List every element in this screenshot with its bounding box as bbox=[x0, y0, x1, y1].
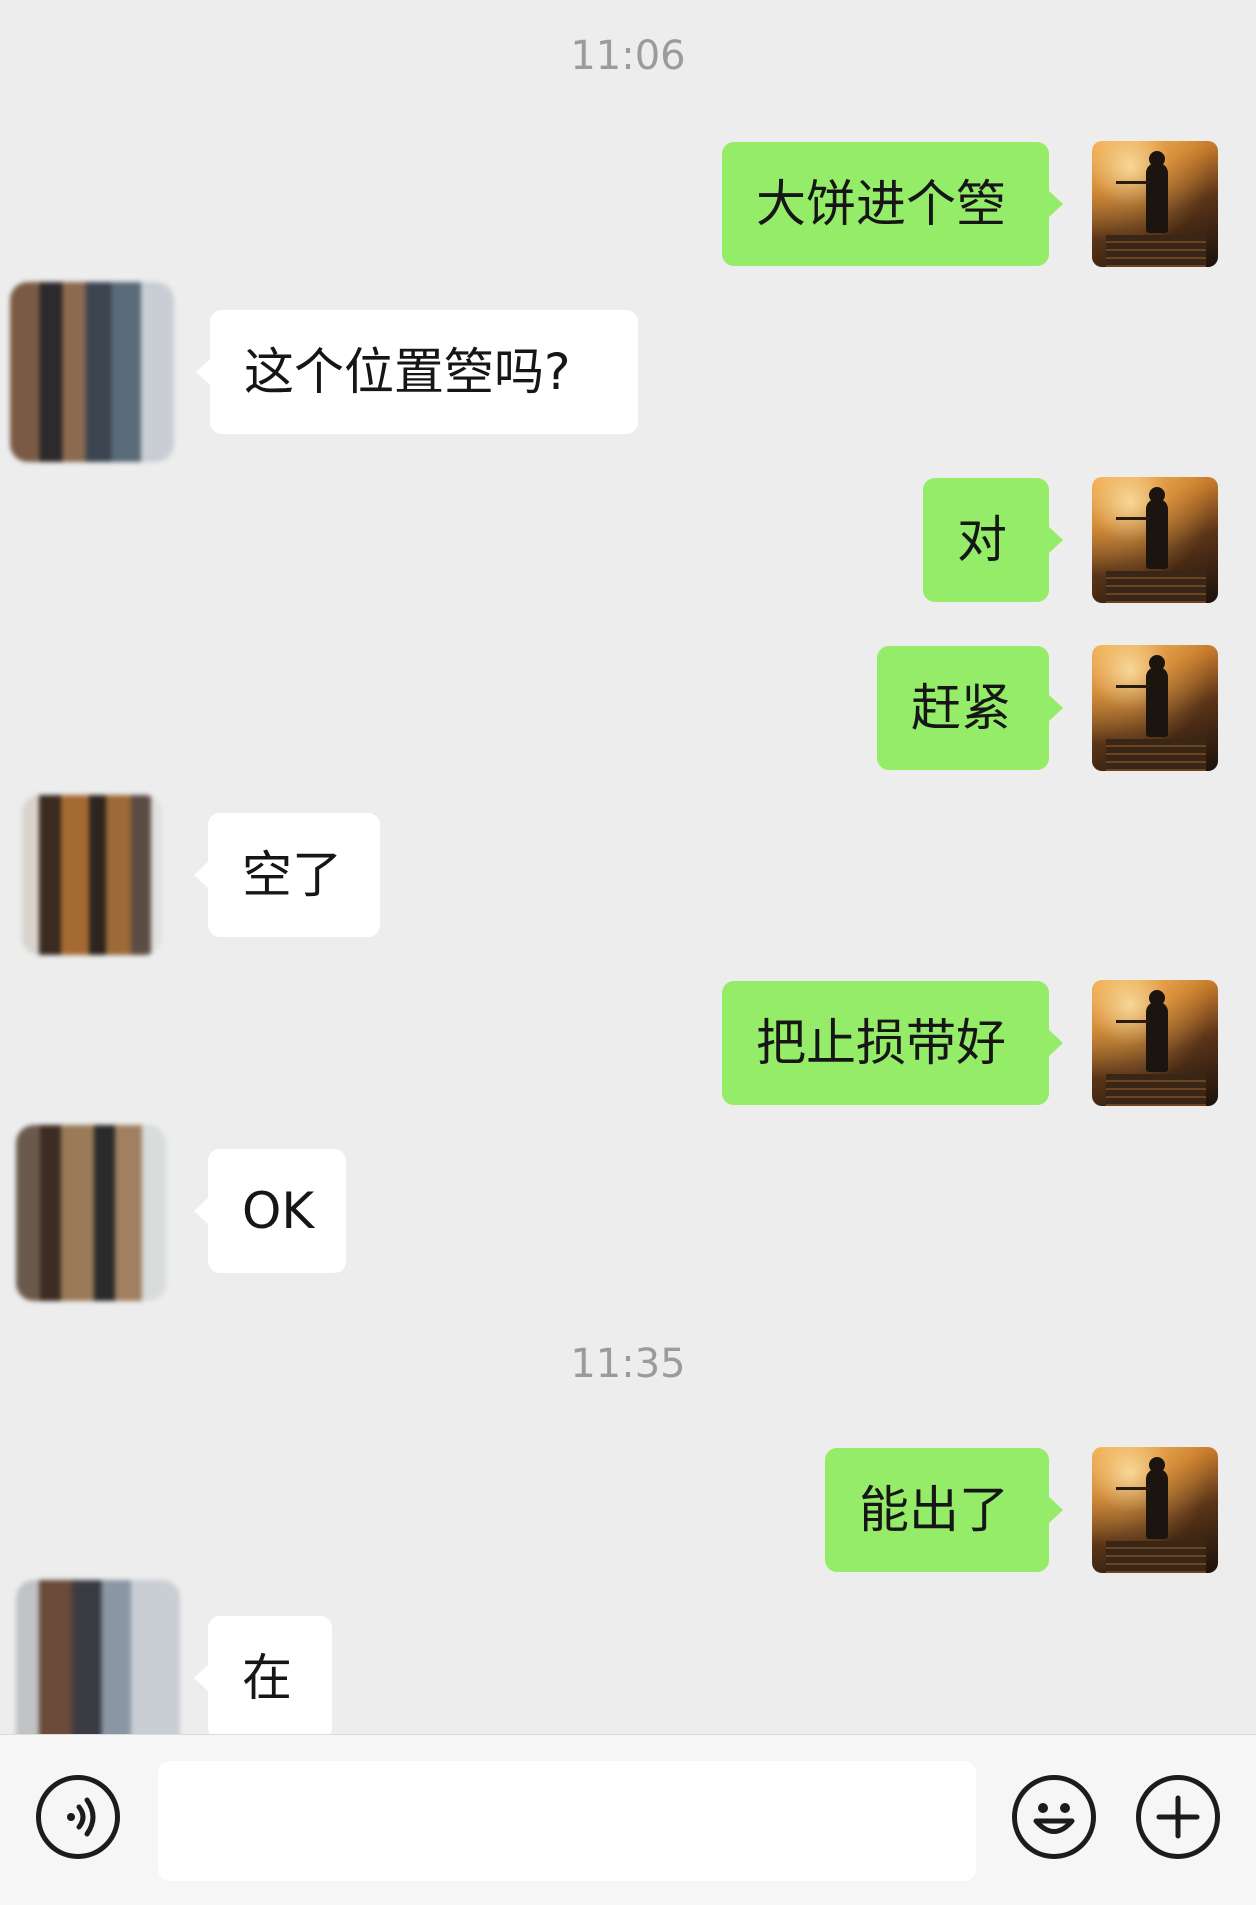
my-avatar[interactable] bbox=[1092, 980, 1218, 1106]
my-message-bubble[interactable]: 大饼进个箜 bbox=[722, 142, 1063, 266]
contact-avatar[interactable] bbox=[22, 795, 162, 955]
contact-message-bubble[interactable]: OK bbox=[194, 1149, 346, 1273]
message-text: OK bbox=[242, 1182, 315, 1240]
timestamp: 11:06 bbox=[570, 33, 686, 79]
more-button[interactable] bbox=[1136, 1775, 1220, 1859]
message-text: 把止损带好 bbox=[756, 1014, 1006, 1072]
contact-message-bubble[interactable]: 在 bbox=[194, 1616, 332, 1734]
contact-avatar[interactable] bbox=[10, 282, 174, 462]
my-avatar[interactable] bbox=[1092, 645, 1218, 771]
message-text: 能出了 bbox=[859, 1481, 1009, 1539]
my-avatar[interactable] bbox=[1092, 477, 1218, 603]
contact-avatar[interactable] bbox=[16, 1125, 166, 1301]
chat-history[interactable]: 11:06 大饼进个箜 这个位置箜吗? 对 赶紧 空了 把止损带好 OK 11:… bbox=[0, 0, 1256, 1734]
my-message-bubble[interactable]: 能出了 bbox=[825, 1448, 1063, 1572]
contact-message-bubble[interactable]: 这个位置箜吗? bbox=[196, 310, 638, 434]
my-message-bubble[interactable]: 把止损带好 bbox=[722, 981, 1063, 1105]
contact-message-bubble[interactable]: 空了 bbox=[194, 813, 380, 937]
voice-icon bbox=[67, 1797, 96, 1837]
message-text: 这个位置箜吗? bbox=[244, 343, 571, 401]
contact-avatar[interactable] bbox=[16, 1580, 180, 1734]
message-text: 大饼进个箜 bbox=[756, 175, 1006, 233]
message-text: 在 bbox=[242, 1649, 292, 1707]
timestamp: 11:35 bbox=[570, 1341, 686, 1387]
my-avatar[interactable] bbox=[1092, 1447, 1218, 1573]
my-avatar[interactable] bbox=[1092, 141, 1218, 267]
voice-button[interactable] bbox=[36, 1775, 120, 1859]
message-text: 对 bbox=[957, 511, 1007, 569]
emoji-button[interactable] bbox=[1012, 1775, 1096, 1859]
message-text: 赶紧 bbox=[911, 679, 1011, 737]
my-message-bubble[interactable]: 赶紧 bbox=[877, 646, 1063, 770]
message-text: 空了 bbox=[242, 846, 342, 904]
input-bar bbox=[0, 1734, 1256, 1905]
message-input[interactable] bbox=[158, 1761, 976, 1881]
my-message-bubble[interactable]: 对 bbox=[923, 478, 1063, 602]
emoji-icon bbox=[1033, 1803, 1075, 1834]
plus-icon bbox=[1156, 1795, 1200, 1839]
